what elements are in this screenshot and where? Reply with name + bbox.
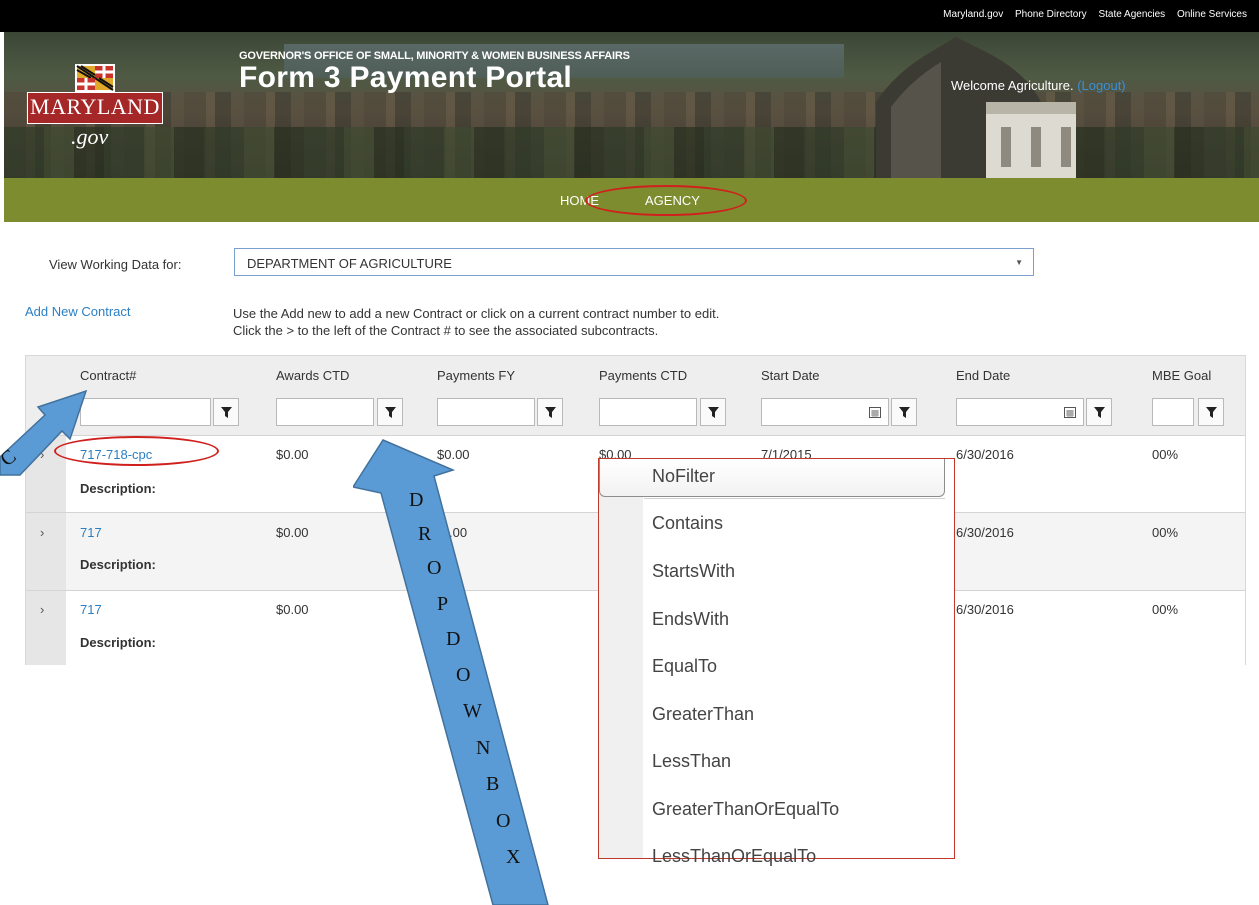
- menu-selected-item-highlight: [599, 459, 945, 497]
- mbe-goal-cell: 00%: [1152, 602, 1179, 617]
- filter-icon: [899, 407, 910, 418]
- filter-option-lessthan[interactable]: LessThan: [652, 751, 731, 772]
- calendar-icon: [869, 407, 881, 418]
- instructions: Use the Add new to add a new Contract or…: [233, 305, 719, 339]
- filter-icon: [708, 407, 719, 418]
- state-agencies-link[interactable]: State Agencies: [1098, 9, 1165, 20]
- welcome-message: Welcome Agriculture. (Logout): [951, 78, 1126, 93]
- filter-icon: [385, 407, 396, 418]
- left-annotation-arrow-icon: [0, 389, 88, 476]
- instruction-line-1: Use the Add new to add a new Contract or…: [233, 306, 720, 321]
- mbe-goal-cell: 00%: [1152, 447, 1179, 462]
- welcome-text: Welcome Agriculture.: [951, 78, 1074, 93]
- column-start-date[interactable]: Start Date: [761, 368, 820, 383]
- end-date-calendar-button[interactable]: [1057, 398, 1079, 426]
- add-new-contract-link[interactable]: Add New Contract: [25, 304, 131, 319]
- filter-option-contains[interactable]: Contains: [652, 513, 723, 534]
- filter-contract-input[interactable]: [80, 398, 211, 426]
- description-label: Description:: [80, 635, 156, 650]
- maryland-gov-link[interactable]: Maryland.gov: [943, 9, 1003, 20]
- filter-mbe-goal-button[interactable]: [1198, 398, 1224, 426]
- column-contract[interactable]: Contract#: [80, 368, 136, 383]
- dropdown-annotation-arrow-icon: [353, 439, 549, 905]
- filter-option-endswith[interactable]: EndsWith: [652, 609, 729, 630]
- agency-highlight-ellipse: [585, 185, 747, 216]
- filter-mbe-goal-input[interactable]: [1152, 398, 1194, 426]
- agency-select-value: DEPARTMENT OF AGRICULTURE: [247, 256, 452, 271]
- end-date-cell: 6/30/2016: [956, 602, 1014, 617]
- grid-divider: [26, 435, 1245, 436]
- column-mbe-goal[interactable]: MBE Goal: [1152, 368, 1211, 383]
- description-label: Description:: [80, 481, 156, 496]
- filter-contract-button[interactable]: [213, 398, 239, 426]
- logo-domain-text: .gov: [71, 124, 109, 149]
- filter-icon: [221, 407, 232, 418]
- start-date-calendar-button[interactable]: [862, 398, 884, 426]
- awards-ctd-cell: $0.00: [276, 525, 309, 540]
- end-date-cell: 6/30/2016: [956, 447, 1014, 462]
- calendar-icon: [1064, 407, 1076, 418]
- caret-down-icon: ▼: [1015, 258, 1023, 267]
- filter-start-date-button[interactable]: [891, 398, 917, 426]
- awards-ctd-cell: $0.00: [276, 447, 309, 462]
- contract-link[interactable]: 717: [80, 602, 102, 617]
- contract-link[interactable]: 717: [80, 525, 102, 540]
- top-links: Maryland.gov Phone Directory State Agenc…: [934, 9, 1247, 20]
- column-payments-ctd[interactable]: Payments CTD: [599, 368, 687, 383]
- logout-link[interactable]: (Logout): [1077, 78, 1125, 93]
- expand-row-chevron-icon[interactable]: ›: [40, 525, 44, 540]
- filter-icon: [1206, 407, 1217, 418]
- awards-ctd-cell: $0.00: [276, 602, 309, 617]
- state-house-dome-image: [876, 37, 1076, 178]
- filter-option-equalto[interactable]: EqualTo: [652, 656, 717, 677]
- expand-row-chevron-icon[interactable]: ›: [40, 602, 44, 617]
- instruction-line-2: Click the > to the left of the Contract …: [233, 323, 659, 338]
- filter-payments-fy-input[interactable]: [437, 398, 535, 426]
- filter-end-date-button[interactable]: [1086, 398, 1112, 426]
- filter-option-greaterthan[interactable]: GreaterThan: [652, 704, 754, 725]
- menu-divider: [644, 498, 945, 499]
- page-title: Form 3 Payment Portal: [239, 61, 573, 94]
- mbe-goal-cell: 00%: [1152, 525, 1179, 540]
- filter-payments-fy-button[interactable]: [537, 398, 563, 426]
- filter-option-lessthanorequalto[interactable]: LessThanOrEqualTo: [652, 846, 816, 867]
- view-working-data-label: View Working Data for:: [49, 257, 182, 272]
- end-date-cell: 6/30/2016: [956, 525, 1014, 540]
- filter-awards-button[interactable]: [377, 398, 403, 426]
- filter-icon: [1094, 407, 1105, 418]
- filter-option-startswith[interactable]: StartsWith: [652, 561, 735, 582]
- filter-icon: [545, 407, 556, 418]
- maryland-gov-logo[interactable]: MARYLAND .gov: [27, 58, 165, 154]
- logo-state-text: MARYLAND: [30, 94, 160, 119]
- header-banner: [4, 32, 1259, 178]
- filter-option-greaterthanorequalto[interactable]: GreaterThanOrEqualTo: [652, 799, 839, 820]
- agency-select[interactable]: DEPARTMENT OF AGRICULTURE ▼: [234, 248, 1034, 276]
- filter-awards-input[interactable]: [276, 398, 374, 426]
- maryland-flag-icon: [75, 64, 115, 92]
- description-label: Description:: [80, 557, 156, 572]
- filter-payments-ctd-button[interactable]: [700, 398, 726, 426]
- filter-option-nofilter[interactable]: NoFilter: [652, 466, 715, 487]
- phone-directory-link[interactable]: Phone Directory: [1015, 9, 1087, 20]
- menu-icon-gutter: [599, 459, 643, 858]
- filter-payments-ctd-input[interactable]: [599, 398, 697, 426]
- column-payments-fy[interactable]: Payments FY: [437, 368, 515, 383]
- column-awards-ctd[interactable]: Awards CTD: [276, 368, 349, 383]
- portal-title-block: GOVERNOR'S OFFICE OF SMALL, MINORITY & W…: [239, 50, 630, 95]
- column-end-date[interactable]: End Date: [956, 368, 1010, 383]
- online-services-link[interactable]: Online Services: [1177, 9, 1247, 20]
